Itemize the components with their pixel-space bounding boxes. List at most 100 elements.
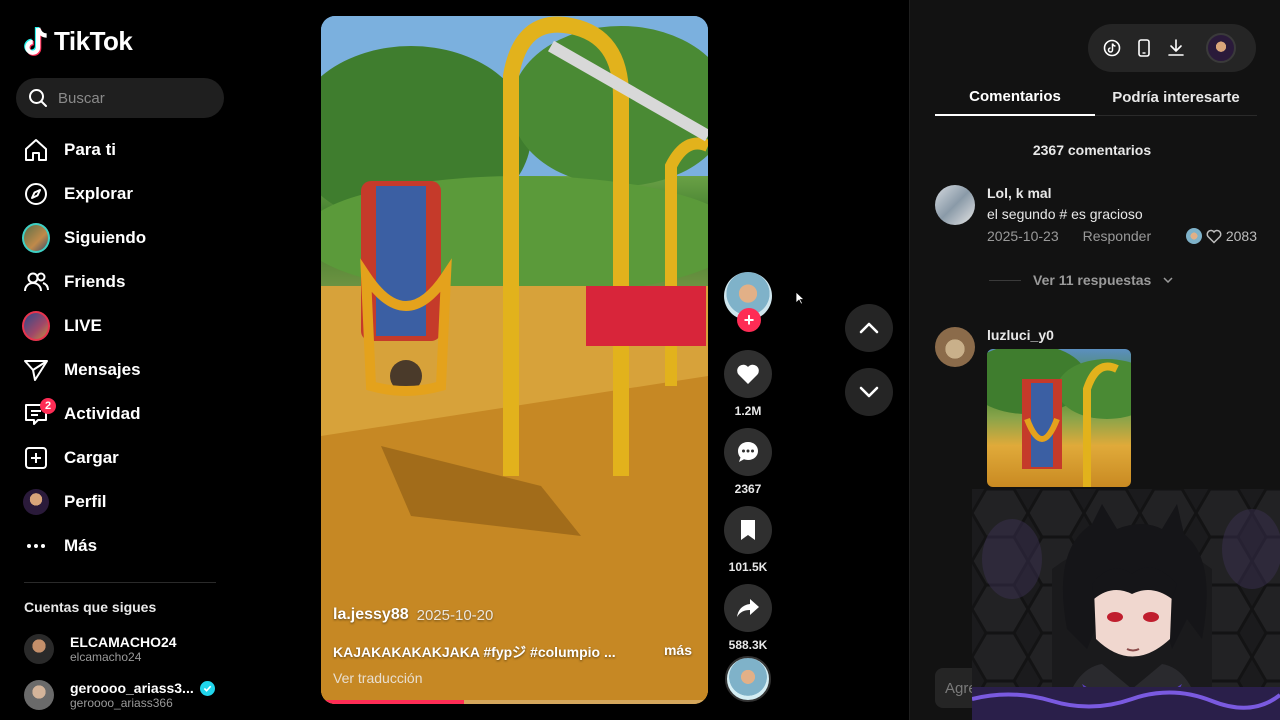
comment-button[interactable] [724,428,772,476]
tiktok-coin-button[interactable] [1102,38,1122,58]
nav-item-perfil[interactable]: Perfil [16,480,224,524]
nav-label: Más [64,536,98,555]
comment-like-button[interactable]: 2083 [1185,228,1257,244]
reply-button[interactable]: Responder [1083,228,1152,244]
video-caption: KAJAKAKAKAKJAKA #fypジ #columpio ... [333,644,616,660]
translate-button[interactable]: Ver traducción [333,670,692,686]
main-nav: Para ti Explorar Siguiendo Friends LIVE … [16,128,224,568]
avatar[interactable] [935,327,975,367]
comment-meta: 2025-10-23 Responder 2083 [987,228,1257,244]
nav-label: Friends [64,272,126,291]
nav-label: Cargar [64,448,119,467]
nav-item-live[interactable]: LIVE [16,304,224,348]
download-button[interactable] [1166,38,1186,58]
nav-item-cargar[interactable]: Cargar [16,436,224,480]
search-box[interactable] [16,78,224,118]
view-replies-button[interactable]: Ver 11 respuestas [989,272,1173,288]
panel-tabs: Comentarios Podría interesarte [935,78,1257,116]
search-icon [29,89,47,107]
comment-image[interactable] [987,349,1131,487]
send-icon [22,356,50,384]
comment-count: 2367 [734,482,762,496]
previous-video-button[interactable] [845,304,893,352]
tab-comentarios[interactable]: Comentarios [935,78,1095,116]
streamer-avatar-overlay [972,489,1280,720]
nav-item-mas[interactable]: Más [16,524,224,568]
video-author[interactable]: la.jessy88 [333,606,409,624]
nav-label: Siguiendo [64,228,147,247]
share-button[interactable] [724,584,772,632]
nav-label: Perfil [64,492,107,511]
nav-item-mensajes[interactable]: Mensajes [16,348,224,392]
device-button[interactable] [1134,38,1154,58]
comment-icon [738,442,758,462]
upload-icon [22,444,50,472]
comment-username[interactable]: Lol, k mal [987,185,1257,201]
nav-label: LIVE [64,316,102,335]
creator-liked-avatar [1185,228,1202,244]
chevron-down-icon [859,386,879,398]
following-account[interactable]: geroooo_ariass3... geroooo_ariass366 [24,680,215,710]
friends-icon [22,268,50,296]
replies-divider [989,279,1021,281]
nav-item-explorar[interactable]: Explorar [16,172,224,216]
tab-podria-interesarte[interactable]: Podría interesarte [1095,78,1257,116]
nav-item-friends[interactable]: Friends [16,260,224,304]
save-button[interactable] [724,506,772,554]
share-icon [737,599,759,617]
inbox-icon: 2 [22,398,56,428]
share-count: 588.3K [728,638,768,652]
chevron-up-icon [859,322,879,334]
save-count: 101.5K [728,560,768,574]
video-caption-row: KAJAKAKAKAKJAKA #fypジ #columpio ... más [333,642,692,662]
search-input[interactable] [58,89,208,107]
user-avatar[interactable] [1206,33,1236,63]
following-avatar [22,223,50,253]
follow-button[interactable]: + [737,308,761,332]
avatar [24,634,54,664]
video-frame [321,16,708,704]
nav-label: Explorar [64,184,133,203]
comment-username[interactable]: luzluci_y0 [987,327,1257,343]
heart-outline-icon [1206,229,1222,244]
tiktok-logo[interactable]: TikTok [24,26,133,57]
phone-icon [1138,39,1150,57]
avatar [24,680,54,710]
sidebar: TikTok Para ti Explorar Siguiendo Friend… [0,0,240,720]
creator-avatar[interactable]: + [724,272,772,332]
video-author-row: la.jessy88 2025-10-20 [333,606,692,624]
nav-item-actividad[interactable]: 2 Actividad [16,392,224,436]
nav-item-para-ti[interactable]: Para ti [16,128,224,172]
compass-icon [22,180,50,208]
video-progress-fill [321,700,465,704]
nav-label: Para ti [64,140,116,159]
nav-label: Mensajes [64,360,141,379]
video-progress-bar[interactable] [321,700,708,704]
live-avatar [22,311,50,341]
account-handle: elcamacho24 [70,650,142,664]
video-date: 2025-10-20 [416,606,494,624]
streamer-avatar-image [972,489,1280,720]
like-count: 1.2M [734,404,762,418]
mouse-cursor-icon [795,291,805,305]
next-video-button[interactable] [845,368,893,416]
following-account[interactable]: ELCAMACHO24 elcamacho24 [24,634,177,664]
comment-count-header: 2367 comentarios [1032,142,1152,158]
top-actions-bar [1088,24,1256,72]
account-name-row: geroooo_ariass3... [70,680,215,696]
nav-item-siguiendo[interactable]: Siguiendo [16,216,224,260]
tiktok-logo-icon [24,26,47,56]
profile-avatar [23,489,49,515]
nav-label: Actividad [64,404,141,423]
heart-icon [737,364,759,384]
view-replies-label: Ver 11 respuestas [1033,272,1152,288]
more-button[interactable]: más [664,642,692,662]
account-handle: geroooo_ariass366 [70,696,173,710]
avatar[interactable] [935,185,975,225]
verified-icon [199,680,215,696]
account-name: ELCAMACHO24 [70,634,177,650]
comment-date: 2025-10-23 [987,228,1059,244]
video-player[interactable]: la.jessy88 2025-10-20 KAJAKAKAKAKJAKA #f… [321,16,708,704]
music-disc-icon[interactable] [725,656,771,702]
like-button[interactable] [724,350,772,398]
